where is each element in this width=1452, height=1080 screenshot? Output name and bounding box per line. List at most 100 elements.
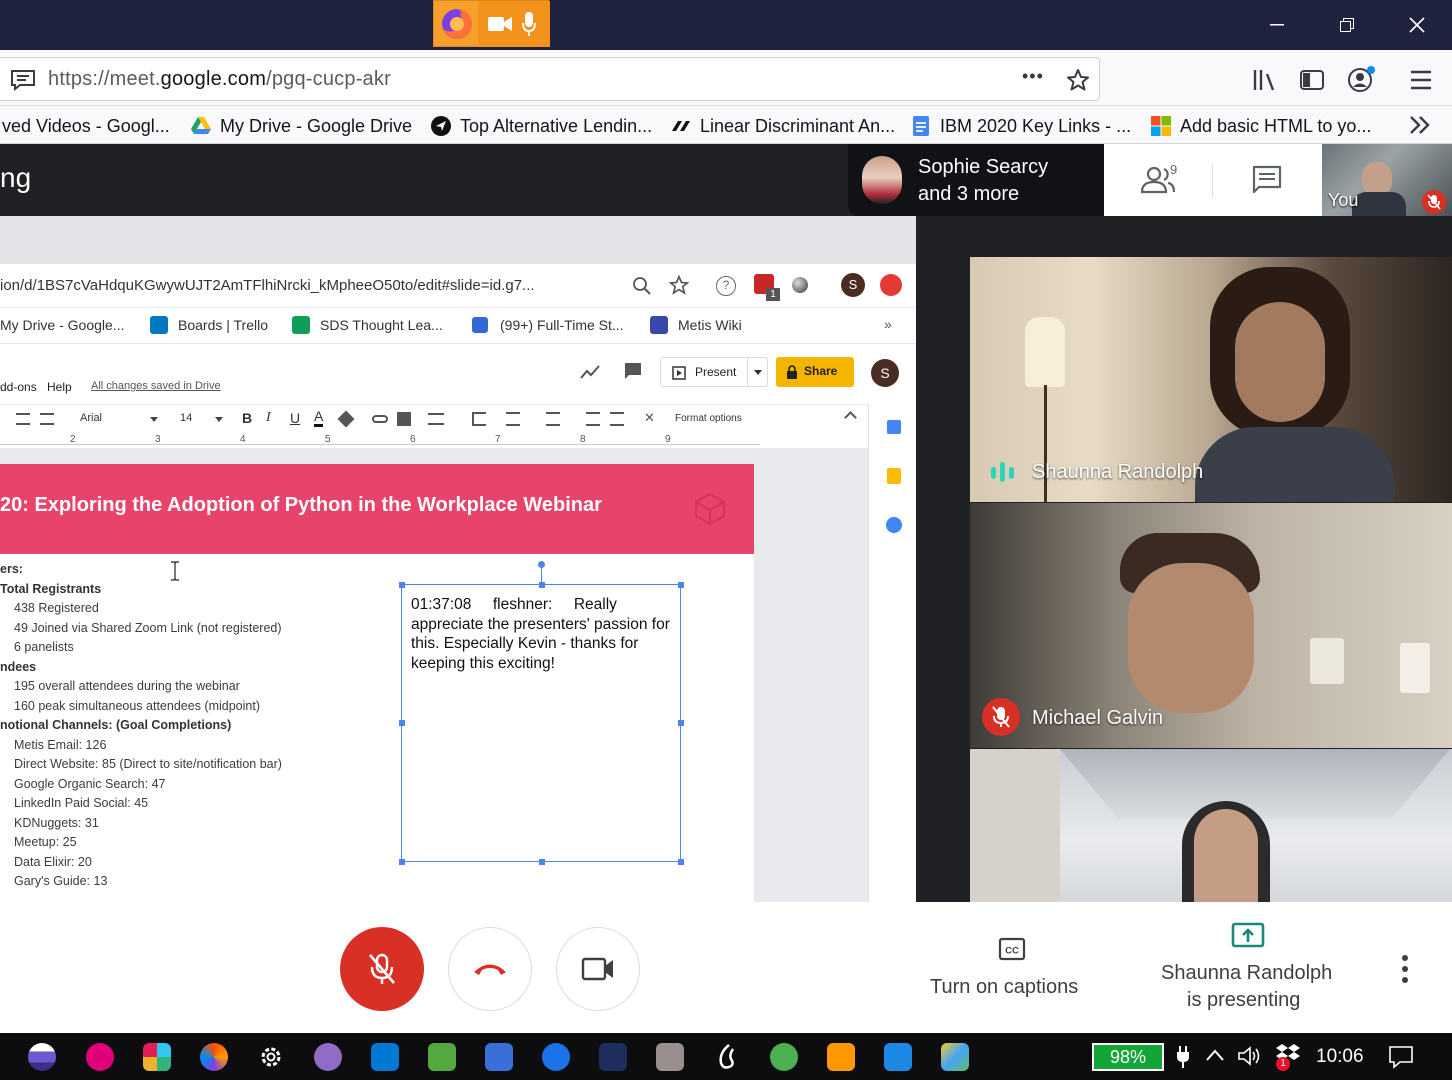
bookmark-label: Top Alternative Lendin... — [460, 115, 653, 136]
presenting-name: Shaunna Randolph — [1161, 962, 1333, 984]
slide-text-line: Total Registrants — [0, 581, 102, 596]
app-icon[interactable] — [599, 1043, 627, 1071]
url-bar[interactable]: https://meet.google.com/pgq-cucp-akr ••• — [0, 57, 1100, 101]
inner-bookmark: My Drive - Google... — [0, 317, 125, 333]
close-window-button[interactable] — [1382, 0, 1452, 50]
network-app-icon[interactable] — [485, 1043, 513, 1071]
slide-body: ers: Total Registrants 438 Registered 49 Jo… — [0, 562, 380, 902]
app-icon[interactable] — [86, 1043, 114, 1071]
inner-overflow-icon: » — [884, 316, 892, 332]
page-info-icon[interactable] — [10, 69, 36, 91]
meeting-title: ng — [0, 162, 32, 193]
hamburger-menu-icon[interactable] — [1410, 70, 1432, 90]
app-icon[interactable] — [314, 1043, 342, 1071]
participant-tile[interactable]: Shaunna Randolph — [970, 257, 1452, 502]
slide-banner: 20: Exploring the Adoption of Python in … — [0, 464, 754, 554]
more-options-icon[interactable] — [1398, 954, 1412, 984]
chevron-up-icon[interactable] — [1206, 1049, 1224, 1061]
numbered-list-icon — [506, 412, 520, 426]
presenter-chip[interactable]: Sophie Searcy and 3 more — [848, 144, 1104, 216]
menu-item: dd-ons — [0, 380, 37, 394]
present-label: Present — [695, 365, 737, 379]
saved-status: All changes saved in Drive — [91, 380, 221, 392]
chat-icon[interactable] — [1251, 164, 1283, 196]
leave-call-button[interactable] — [448, 927, 532, 1011]
maps-icon[interactable] — [542, 1043, 570, 1071]
app-icon[interactable] — [28, 1043, 56, 1071]
slide-text-line: Meetup: 25 — [14, 835, 77, 849]
app-icon[interactable] — [713, 1043, 741, 1071]
captions-button[interactable]: CC Turn on captions — [920, 932, 1102, 1012]
firefox-icon — [440, 7, 474, 41]
bookmark-item[interactable]: Top Alternative Lendin... — [430, 114, 652, 138]
app-icon[interactable] — [941, 1043, 969, 1071]
indent-icon — [610, 412, 624, 426]
inner-help-icon: ? — [716, 276, 736, 296]
indent-icon — [586, 412, 600, 426]
window-title-bar — [0, 0, 1452, 50]
power-plug-icon[interactable] — [1176, 1045, 1190, 1069]
outlook-icon[interactable] — [371, 1043, 399, 1071]
action-center-icon[interactable] — [1388, 1045, 1414, 1069]
trello-icon — [150, 316, 168, 334]
slack-icon[interactable] — [143, 1043, 171, 1071]
sharing-indicator[interactable] — [433, 0, 550, 47]
ruler-number: 2 — [70, 434, 76, 445]
chat-app-icon — [472, 317, 488, 333]
ruler: 2 3 4 5 6 7 8 9 — [0, 434, 868, 448]
avatar — [862, 156, 902, 204]
app-icon[interactable] — [770, 1043, 798, 1071]
self-view[interactable]: You — [1322, 144, 1452, 216]
app-icon[interactable] — [200, 1043, 228, 1071]
presenting-status[interactable]: Shaunna Randolph is presenting — [1152, 922, 1342, 1022]
bookmarks-overflow-icon[interactable] — [1408, 114, 1432, 136]
bookmark-star-icon[interactable] — [1066, 68, 1090, 92]
account-icon[interactable] — [1347, 66, 1375, 94]
restore-button[interactable] — [1312, 0, 1382, 50]
camera-toggle-button[interactable] — [556, 927, 640, 1011]
slide-text-line: Data Elixir: 20 — [14, 854, 92, 869]
slide-text-line: Gary's Guide: 13 — [14, 874, 108, 888]
paragraph-align-icon — [428, 413, 444, 425]
sidebar-toggle-icon[interactable] — [1299, 68, 1325, 92]
clock[interactable]: 10:06 — [1316, 1046, 1364, 1068]
inner-bookmark: (99+) Full-Time St... — [500, 317, 624, 333]
bookmark-item[interactable]: Linear Discriminant An... — [670, 114, 895, 138]
microphone-sharing-icon — [522, 12, 536, 36]
microphone-toggle-button[interactable] — [340, 927, 424, 1011]
inner-url-text: ion/d/1BS7cVaHdquKGwywUJT2AmTFlhiNrcki_k… — [0, 277, 535, 294]
share-button: Share — [776, 357, 854, 387]
underline-icon: U — [290, 410, 301, 426]
volume-icon[interactable] — [1238, 1045, 1262, 1067]
sublime-icon[interactable] — [827, 1043, 855, 1071]
presenter-name: Sophie Searcy — [918, 156, 1049, 178]
keep-icon — [887, 468, 901, 484]
url-text[interactable]: https://meet.google.com/pgq-cucp-akr — [48, 68, 391, 91]
calendar-icon — [887, 420, 901, 434]
slide-text-line: Google Organic Search: 47 — [14, 776, 166, 791]
app-icon[interactable] — [428, 1043, 456, 1071]
slide-text-line: 49 Joined via Shared Zoom Link (not regi… — [14, 620, 282, 635]
page-actions-button[interactable]: ••• — [1022, 66, 1044, 87]
participant-tile[interactable]: Michael Galvin — [970, 503, 1452, 748]
app-icon[interactable] — [884, 1043, 912, 1071]
align-icon — [40, 413, 54, 425]
settings-gear-icon[interactable] — [257, 1043, 285, 1071]
resize-handle — [398, 858, 405, 865]
battery-indicator[interactable]: 98% — [1092, 1043, 1164, 1071]
bookmark-item[interactable]: Add basic HTML to yo... — [1150, 114, 1371, 138]
menu-item: Help — [47, 380, 72, 394]
slide-title: 20: Exploring the Adoption of Python in … — [0, 494, 602, 516]
indesign-icon[interactable] — [656, 1043, 684, 1071]
bookmark-item[interactable]: IBM 2020 Key Links - ... — [910, 114, 1131, 138]
bookmark-item[interactable]: ved Videos - Googl... — [2, 114, 170, 138]
hang-up-icon — [474, 964, 506, 975]
bookmark-label: Linear Discriminant An... — [700, 115, 896, 136]
italic-icon: I — [266, 410, 271, 425]
present-dropdown-icon — [754, 370, 762, 375]
library-icon[interactable] — [1252, 68, 1278, 92]
participant-tile[interactable] — [970, 749, 1452, 902]
minimize-button[interactable] — [1242, 0, 1312, 50]
bookmark-item[interactable]: My Drive - Google Drive — [190, 114, 412, 138]
slide-text-line: ndees — [0, 659, 37, 674]
